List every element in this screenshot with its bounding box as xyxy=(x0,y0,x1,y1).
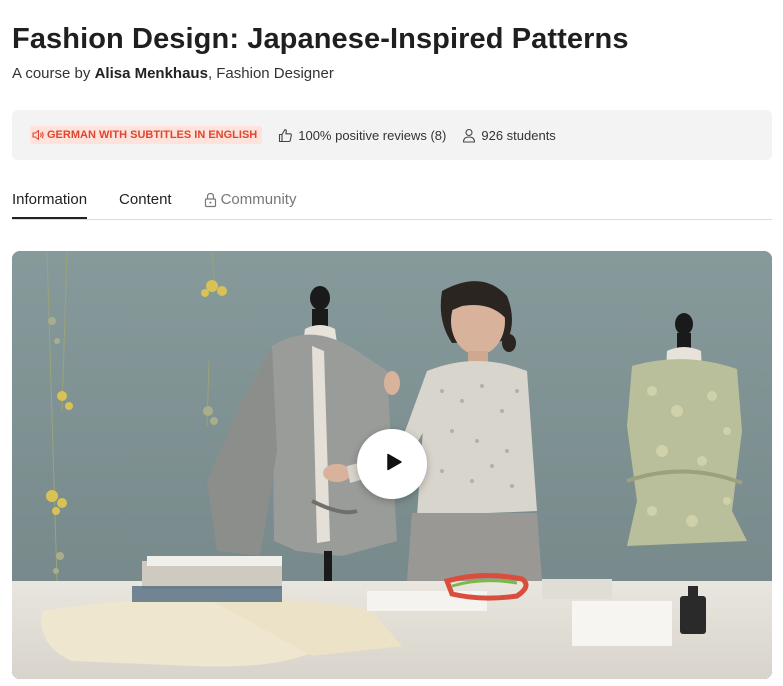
lock-icon xyxy=(204,189,217,215)
language-badge: GERMAN WITH SUBTITLES IN ENGLISH xyxy=(30,126,263,144)
tab-community-label: Community xyxy=(220,191,297,208)
course-trailer-video[interactable] xyxy=(12,251,772,679)
course-title: Fashion Design: Japanese-Inspired Patter… xyxy=(12,23,629,55)
tab-content-label: Content xyxy=(119,191,172,208)
tab-information-label: Information xyxy=(12,191,88,208)
tab-community[interactable]: Community xyxy=(204,189,297,218)
students-text: 926 students xyxy=(481,127,556,143)
language-badge-label: GERMAN WITH SUBTITLES IN ENGLISH xyxy=(47,129,258,141)
user-icon xyxy=(462,128,476,143)
reviews-stat: 100% positive reviews (8) xyxy=(278,128,446,143)
course-byline: A course by Alisa Menkhaus, Fashion Desi… xyxy=(12,65,771,83)
play-button[interactable] xyxy=(357,429,427,499)
play-icon xyxy=(382,453,403,476)
course-info-bar: GERMAN WITH SUBTITLES IN ENGLISH 100% po… xyxy=(12,110,772,160)
author-name[interactable]: Alisa Menkhaus xyxy=(95,65,208,82)
reviews-text: 100% positive reviews (8) xyxy=(298,127,447,143)
byline-prefix: A course by xyxy=(12,65,91,82)
course-tabs: Information Content Community xyxy=(12,189,772,220)
speaker-icon xyxy=(32,129,45,141)
course-page: Fashion Design: Japanese-Inspired Patter… xyxy=(0,0,783,686)
tab-content[interactable]: Content xyxy=(119,189,172,218)
author-role: , Fashion Designer xyxy=(207,65,334,82)
tab-information[interactable]: Information xyxy=(12,189,88,219)
thumbs-up-icon xyxy=(278,128,293,143)
students-stat: 926 students xyxy=(462,127,556,143)
